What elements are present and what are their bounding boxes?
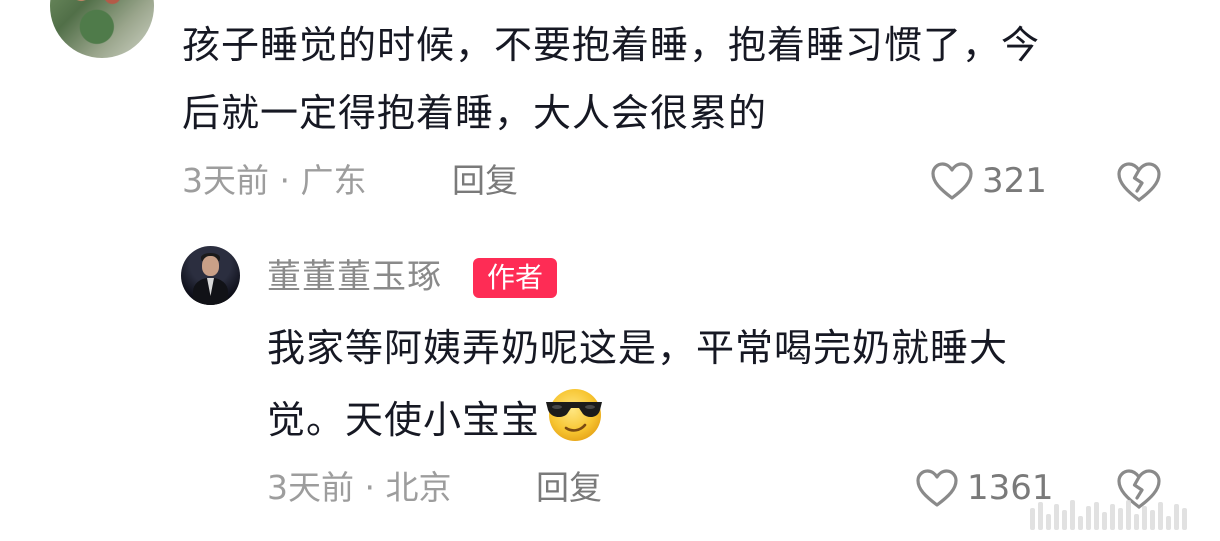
like-button[interactable]: 321 [930,161,1047,201]
sunglasses-face-emoji-icon [542,385,604,443]
author-avatar[interactable] [181,246,240,305]
comment-meta: 3天前 · 广东 [182,161,367,200]
watermark [1030,496,1220,530]
reply-text-line-2-wrap: 觉。天使小宝宝 [267,385,604,450]
reply-button[interactable]: 回复 [452,161,518,201]
comment-text-line-1: 孩子睡觉的时候，不要抱着睡，抱着睡习惯了，今 [182,23,1041,67]
heart-icon [915,468,959,508]
author-username[interactable]: 董董董玉琢 [267,256,442,298]
reply-to-author-button[interactable]: 回复 [536,468,602,508]
dislike-button[interactable] [1116,161,1162,203]
broken-heart-icon [1116,161,1162,203]
commenter-avatar[interactable] [50,0,154,58]
reply-meta: 3天前 · 北京 [267,468,452,507]
reply-text-line-2: 觉。天使小宝宝 [267,398,541,442]
avatar-face [202,256,219,276]
author-badge: 作者 [473,258,558,298]
heart-icon [930,161,974,201]
comment-thread: 孩子睡觉的时候，不要抱着睡，抱着睡习惯了，今 后就一定得抱着睡，大人会很累的 3… [0,0,1220,541]
comment-text-line-2: 后就一定得抱着睡，大人会很累的 [182,91,768,135]
reply-text-line-1: 我家等阿姨弄奶呢这是，平常喝完奶就睡大 [267,326,1009,370]
like-count: 321 [982,161,1047,201]
